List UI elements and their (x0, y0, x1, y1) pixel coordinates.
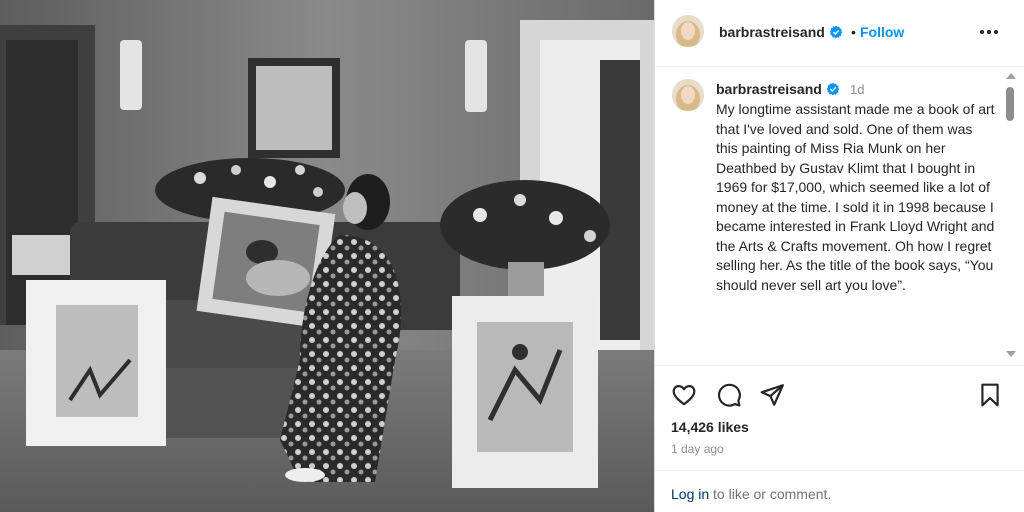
avatar-image (672, 79, 704, 111)
divider (655, 470, 1024, 471)
post-photo-image (0, 0, 654, 512)
login-prompt: Log in to like or comment. (671, 486, 831, 502)
post-header: barbrastreisand • Follow (655, 0, 1024, 67)
heart-icon (672, 385, 696, 406)
comment-button[interactable] (716, 382, 742, 408)
post-photo[interactable] (0, 0, 654, 512)
scroll-down-arrow-icon[interactable] (1006, 351, 1016, 357)
caption-username-text[interactable]: barbrastreisand (716, 81, 822, 97)
post-side-panel: barbrastreisand • Follow barbrastreisand… (655, 0, 1024, 512)
verified-badge-icon (826, 82, 840, 96)
scroll-thumb[interactable] (1006, 87, 1014, 121)
share-icon (760, 384, 784, 406)
follow-button[interactable]: Follow (860, 24, 904, 40)
avatar[interactable] (672, 15, 704, 47)
post-actions (655, 370, 1024, 420)
like-button[interactable] (671, 382, 697, 408)
author-username[interactable]: barbrastreisand (719, 24, 843, 40)
caption-avatar[interactable] (672, 79, 704, 111)
login-link[interactable]: Log in (671, 486, 709, 502)
bookmark-icon (981, 383, 999, 407)
caption-timestamp[interactable]: 1d (850, 82, 864, 97)
post-timestamp[interactable]: 1 day ago (671, 442, 724, 456)
save-button[interactable] (977, 382, 1003, 408)
more-options-icon (980, 30, 998, 34)
scroll-up-arrow-icon[interactable] (1006, 73, 1016, 79)
header-separator: • (851, 24, 856, 40)
verified-badge-icon (829, 25, 843, 39)
comment-icon (718, 383, 741, 407)
likes-count[interactable]: 14,426 likes (671, 419, 749, 435)
instagram-post: barbrastreisand • Follow barbrastreisand… (0, 0, 1024, 512)
comments-section[interactable]: barbrastreisand 1d My longtime assistant… (655, 67, 1024, 363)
author-username-text[interactable]: barbrastreisand (719, 24, 825, 40)
share-button[interactable] (759, 382, 785, 408)
divider (655, 365, 1024, 366)
avatar-image (672, 15, 704, 47)
scrollbar[interactable] (1003, 71, 1017, 359)
caption-text: My longtime assistant made me a book of … (716, 101, 995, 293)
login-prompt-text: to like or comment. (709, 486, 832, 502)
more-options-button[interactable] (977, 22, 1001, 42)
caption-username[interactable]: barbrastreisand (716, 81, 840, 97)
